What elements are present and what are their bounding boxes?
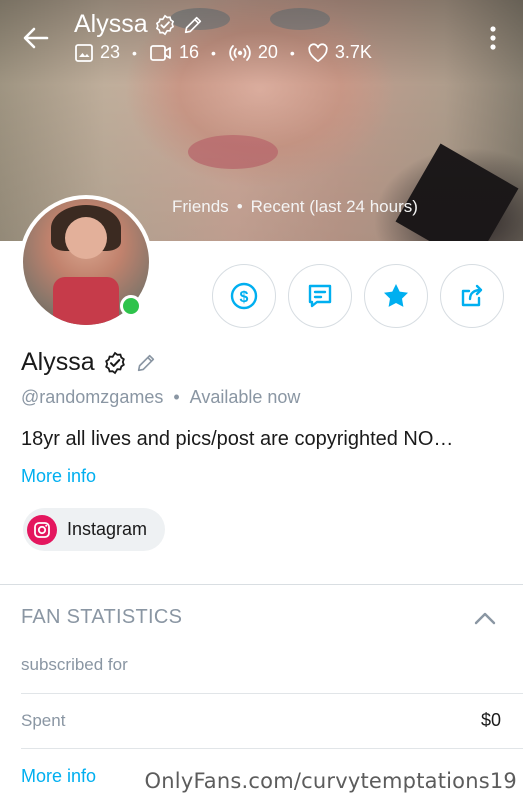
separator: •: [173, 387, 180, 407]
collapse-button[interactable]: [472, 608, 498, 628]
more-vertical-icon: [490, 26, 496, 50]
spent-label: Spent: [21, 711, 66, 730]
videos-stat: 16: [149, 42, 199, 63]
cover-detail: [395, 143, 519, 241]
recent-label[interactable]: Recent (last 24 hours): [251, 197, 418, 217]
edit-pencil-icon[interactable]: [135, 352, 157, 374]
instagram-icon: [27, 514, 57, 545]
likes-stat: 3.7K: [307, 42, 372, 63]
header-stats: 23 • 16 • 20 • 3.7K: [74, 42, 372, 63]
share-button[interactable]: [440, 264, 504, 328]
likes-count: 3.7K: [334, 42, 372, 62]
message-icon: [308, 284, 332, 308]
share-icon: [461, 284, 483, 307]
image-icon: [75, 43, 93, 62]
photos-stat: 23: [74, 42, 120, 63]
chevron-up-icon: [474, 612, 496, 625]
videos-count: 16: [178, 42, 199, 62]
cover-detail: [188, 135, 278, 169]
bio-text: 18yr all lives and pics/post are copyrig…: [21, 428, 454, 450]
heart-icon: [308, 42, 328, 62]
profile-actions: $: [212, 264, 504, 328]
instagram-link[interactable]: Instagram: [23, 508, 166, 551]
bio-more-info-link[interactable]: More info: [21, 466, 96, 487]
row-divider: [21, 693, 523, 694]
favorite-button[interactable]: [364, 264, 428, 328]
header-name: Alyssa: [74, 10, 148, 38]
section-divider: [0, 584, 523, 585]
online-indicator: [120, 295, 142, 317]
subscribed-for-label: subscribed for: [21, 655, 128, 674]
streams-count: 20: [257, 42, 278, 62]
profile-name-row: Alyssa: [21, 348, 157, 377]
profile-name: Alyssa: [21, 348, 95, 376]
last-seen-filter: Friends • Recent (last 24 hours): [172, 197, 418, 217]
verified-icon: [104, 351, 125, 374]
separator: •: [236, 197, 243, 216]
svg-text:$: $: [240, 289, 249, 306]
separator: •: [210, 44, 216, 61]
photos-count: 23: [100, 42, 121, 62]
username: @randomzgames: [21, 387, 164, 407]
separator: •: [289, 44, 295, 61]
tip-button[interactable]: $: [212, 264, 276, 328]
spent-value: $0: [480, 710, 501, 730]
avatar-detail: [53, 277, 119, 325]
handle-row: @randomzgames • Available now: [21, 387, 300, 408]
separator: •: [132, 44, 137, 61]
back-arrow-icon: [23, 27, 49, 49]
message-button[interactable]: [288, 264, 352, 328]
stats-more-info-link[interactable]: More info: [21, 766, 96, 787]
header-title: Alyssa: [74, 10, 204, 39]
video-icon: [150, 44, 171, 61]
back-button[interactable]: [22, 24, 50, 52]
row-divider: [21, 748, 523, 749]
friends-label[interactable]: Friends: [172, 197, 229, 217]
watermark: OnlyFans.com/curvytemptations19: [144, 769, 517, 793]
availability-status: Available now: [189, 387, 301, 407]
instagram-label: Instagram: [67, 519, 148, 539]
star-icon: [384, 284, 408, 307]
streams-stat: 20: [228, 42, 278, 63]
more-options-button[interactable]: [484, 24, 502, 52]
fan-statistics-title[interactable]: FAN STATISTICS: [21, 606, 182, 629]
avatar-detail: [65, 217, 107, 259]
cover-detail: [270, 8, 330, 30]
live-stream-icon: [229, 44, 251, 61]
edit-pencil-icon[interactable]: [182, 14, 204, 36]
tip-dollar-icon: $: [230, 282, 258, 310]
verified-icon: [155, 14, 174, 35]
